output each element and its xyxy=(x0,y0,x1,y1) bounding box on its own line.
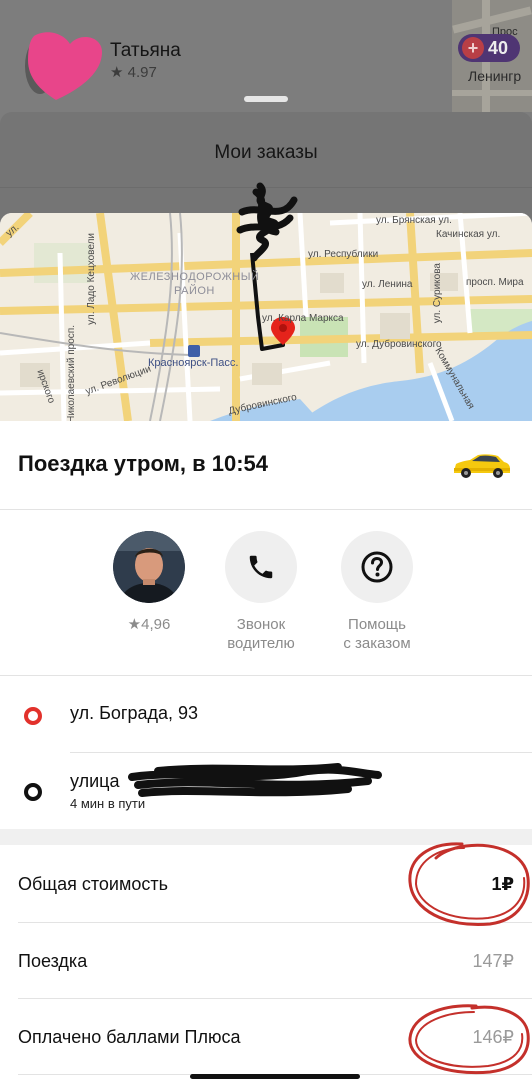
call-caption-line: Звонок xyxy=(236,616,286,633)
map-street-label: ул. Ладо Кецховели xyxy=(86,233,97,325)
plus-points-badge[interactable]: + 40 xyxy=(458,34,520,62)
background-map-label: Ленингр xyxy=(468,68,522,84)
phone-icon xyxy=(225,531,297,603)
trip-cost-value: 147₽ xyxy=(472,951,514,971)
plus-points-row: Оплачено баллами Плюса 146₽ xyxy=(0,999,532,1075)
map-street-label: Николаевский просп. xyxy=(66,325,77,421)
route-start-icon xyxy=(24,707,42,725)
map-street-label: ул. Брянская ул. xyxy=(376,215,452,226)
map-street-label: ул. Дубровинского xyxy=(356,339,442,350)
trip-title: Поездка утром, в 10:54 xyxy=(18,451,269,476)
driver-rating-caption: ★4,96 xyxy=(127,616,171,633)
home-indicator[interactable] xyxy=(190,1074,360,1079)
map-street-label: ул. Ленина xyxy=(362,279,413,290)
trip-cost-row: Поездка 147₽ xyxy=(0,923,532,999)
total-cost-value: 1₽ xyxy=(491,874,514,894)
call-driver-button[interactable]: Звонок водителю xyxy=(206,531,316,653)
total-cost-label: Общая стоимость xyxy=(18,874,168,894)
map-street-label: Качинская ул. xyxy=(436,229,501,240)
question-icon xyxy=(341,531,413,603)
total-cost-row: Общая стоимость 1₽ xyxy=(0,847,532,923)
redaction-scribble xyxy=(128,763,382,797)
trip-cost-label: Поездка xyxy=(18,951,88,971)
divider xyxy=(0,675,532,676)
map-district-label: РАЙОН xyxy=(174,285,215,297)
section-separator xyxy=(0,829,532,845)
redacted-avatar xyxy=(25,32,102,100)
divider xyxy=(0,509,532,510)
orders-sheet-title: Мои заказы xyxy=(214,142,318,163)
plus-icon: + xyxy=(462,37,484,59)
pickup-address: ул. Бограда, 93 xyxy=(70,703,199,723)
order-details-card: ул. Брянская ул. Качинская ул. ул. Ладо … xyxy=(0,213,532,1080)
active-driver-header: Татьяна ★ 4.97 xyxy=(0,0,452,110)
driver-name: Татьяна xyxy=(110,40,181,61)
destination-address: улица xyxy=(70,771,120,791)
orders-sheet xyxy=(0,112,532,222)
plus-points-value: 146₽ xyxy=(472,1027,514,1047)
sheet-drag-handle[interactable] xyxy=(244,96,288,102)
map-street-label: ул. Республики xyxy=(308,249,379,260)
call-caption-line: водителю xyxy=(227,635,295,652)
plus-points-label: Оплачено баллами Плюса xyxy=(18,1027,241,1047)
plus-points-value: 40 xyxy=(488,37,509,58)
driver-profile-action[interactable]: ★4,96 xyxy=(94,531,204,634)
map-street-label: ул. Карла Маркса xyxy=(262,313,344,324)
map-station-label: Красноярск-Пасс. xyxy=(148,357,239,369)
help-caption-line: Помощь xyxy=(348,616,406,633)
map-district-label: ЖЕЛЕЗНОДОРОЖНЫЙ xyxy=(130,271,260,283)
taxi-car-icon xyxy=(454,454,510,478)
order-help-button[interactable]: Помощь с заказом xyxy=(322,531,432,653)
driver-avatar xyxy=(113,531,185,603)
driver-rating: ★ 4.97 xyxy=(110,64,157,81)
divider xyxy=(0,187,532,188)
map-street-label: просп. Мира xyxy=(466,277,524,288)
route-map[interactable]: ул. Брянская ул. Качинская ул. ул. Ладо … xyxy=(0,213,532,421)
map-street-label: ул. Сурикова xyxy=(432,263,443,324)
route-end-icon xyxy=(24,783,42,801)
divider xyxy=(70,752,532,753)
help-caption-line: с заказом xyxy=(343,635,411,652)
